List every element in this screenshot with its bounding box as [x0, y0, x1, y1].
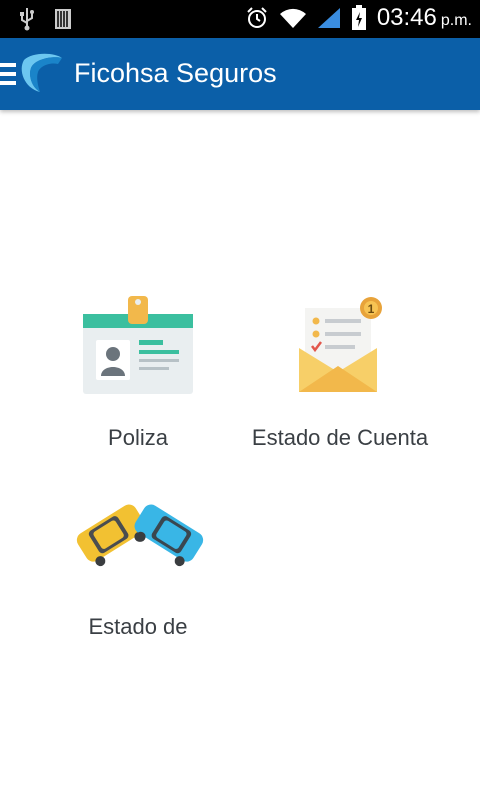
id-card-icon: [83, 296, 193, 394]
car-crash-icon: [76, 504, 204, 567]
sim-icon: [55, 9, 71, 29]
ficohsa-logo[interactable]: [18, 50, 66, 98]
menu-item-label: Poliza: [108, 425, 168, 450]
menu-item-estado-de-cuenta[interactable]: 1 Estado de Cuenta: [240, 292, 440, 460]
wifi-icon: [279, 8, 306, 28]
signal-icon: [317, 8, 340, 28]
menu-item-estado-de[interactable]: Estado de: [58, 490, 218, 650]
menu-item-label: Estado de: [88, 614, 188, 639]
menu-item-label: Estado de Cuenta: [251, 425, 429, 450]
battery-icon: [351, 5, 366, 30]
status-ampm: p.m.: [440, 12, 472, 29]
alarm-icon: [247, 7, 267, 28]
usb-icon: [20, 8, 34, 31]
menu-item-poliza[interactable]: Poliza: [58, 292, 218, 460]
badge-count: 1: [368, 302, 375, 316]
app-bar: Ficohsa Seguros: [0, 38, 480, 110]
app-title: Ficohsa Seguros: [74, 58, 277, 88]
menu-icon[interactable]: [0, 63, 16, 85]
status-time: 03:46: [376, 4, 437, 31]
envelope-icon: 1: [299, 297, 382, 392]
status-bar: 03:46 p.m.: [0, 0, 480, 38]
